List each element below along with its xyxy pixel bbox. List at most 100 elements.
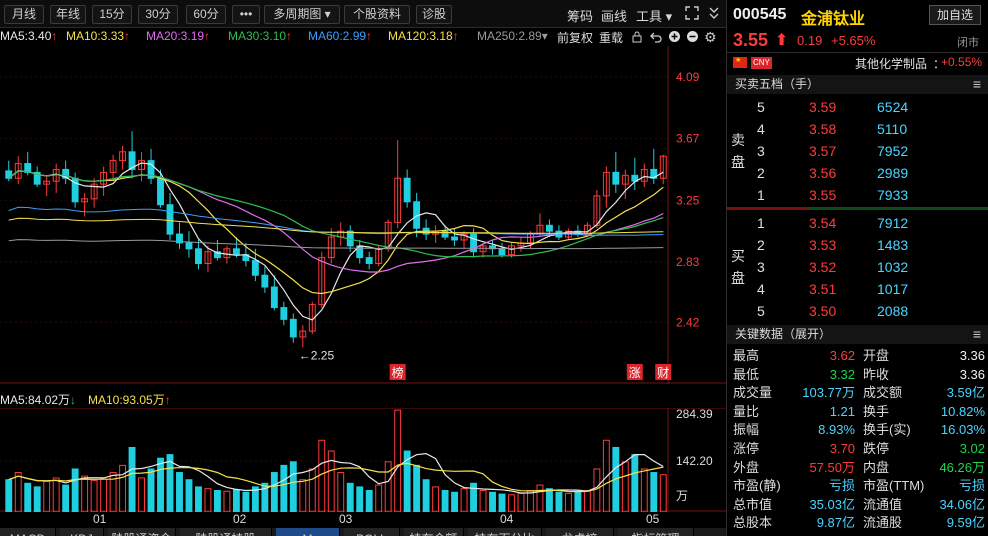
chips-link[interactable]: 筹码 <box>567 6 593 25</box>
zoom-out-icon[interactable] <box>686 30 699 46</box>
indicator-tab[interactable]: 持有百分比 <box>468 528 542 536</box>
volume-bar <box>147 468 155 512</box>
volume-y-tick: 万 <box>676 489 688 503</box>
menu-icon[interactable]: ≡ <box>973 75 981 94</box>
candle-body <box>232 248 240 256</box>
order-volume: 1032 <box>877 259 909 275</box>
collapse-icon[interactable] <box>707 5 721 24</box>
key-data-header[interactable]: 关键数据（展开） ≡ <box>727 325 988 344</box>
key-data-value: 3.70 <box>829 441 855 456</box>
adjust-mode[interactable]: 前复权 <box>557 29 593 46</box>
key-data-label: 总市值 <box>733 496 773 512</box>
volume-ma5: MA5:84.02万↓ <box>0 393 77 407</box>
order-row[interactable]: 2 3.53 1483 <box>727 234 988 256</box>
event-marker-label: 财 <box>657 366 669 380</box>
candlestick-chart[interactable]: 4.09 3.67 3.25 2.83 2.42 ←2.25 榜 涨 财 <box>0 46 726 384</box>
period-button-yearly[interactable]: 年线 <box>50 5 86 24</box>
order-row[interactable]: 3 3.52 1032 <box>727 256 988 278</box>
volume-chart[interactable]: 284.39 142.20 万 <box>0 408 726 512</box>
period-button-30min[interactable]: 30分 <box>138 5 178 24</box>
indicator-tab[interactable]: 持有金额 <box>404 528 464 536</box>
order-volume: 1017 <box>877 281 909 297</box>
volume-bar <box>489 491 496 512</box>
order-price: 3.52 <box>809 259 837 275</box>
indicator-tab[interactable]: KDJ <box>60 528 104 536</box>
period-button-15min[interactable]: 15分 <box>92 5 132 24</box>
order-level: 4 <box>757 281 765 297</box>
order-row[interactable]: 1 3.55 7933 <box>727 184 988 206</box>
fullscreen-icon[interactable] <box>684 5 700 24</box>
volume-bar <box>81 475 89 512</box>
ma-value-4: MA60:2.99↑ <box>308 29 373 43</box>
order-row[interactable]: 4 3.51 1017 <box>727 278 988 300</box>
volume-y-tick: 284.39 <box>676 408 713 421</box>
indicator-tab[interactable]: MACD <box>0 528 56 536</box>
key-data-label: 内盘 <box>863 459 890 475</box>
volume-bar <box>204 488 212 512</box>
volume-bar <box>346 482 354 512</box>
add-watchlist-button[interactable]: 加自选 <box>929 5 981 25</box>
price-change: 0.19 <box>797 33 823 48</box>
currency-badge: CNY <box>751 57 772 69</box>
order-row[interactable]: 5 3.50 2088 <box>727 300 988 322</box>
order-row[interactable]: 5 3.59 6524 <box>727 96 988 118</box>
ma-value-2: MA20:3.19↑ <box>146 29 211 43</box>
volume-bar <box>375 484 383 512</box>
reload-link[interactable]: 重载 <box>599 29 623 46</box>
volume-ma-line: MA5:84.02万↓ MA10:93.05万↑ <box>0 390 726 408</box>
key-data-value: 57.50万 <box>809 459 855 475</box>
volume-bar <box>318 439 326 512</box>
volume-bar <box>14 472 22 512</box>
order-price: 3.51 <box>809 281 837 297</box>
order-row[interactable]: 3 3.57 7952 <box>727 140 988 162</box>
sector-name[interactable]: 其他化学制品 <box>855 55 927 72</box>
order-level: 1 <box>757 187 765 203</box>
volume-bar <box>289 461 297 512</box>
volume-bar <box>43 481 51 512</box>
indicator-tab[interactable]: 龙虎榜 <box>546 528 614 536</box>
order-price: 3.58 <box>809 121 837 137</box>
volume-bar <box>545 488 553 512</box>
settings-gear-icon[interactable]: ⚙ <box>704 29 717 46</box>
period-button-stock-profile[interactable]: 个股资料 <box>344 5 410 24</box>
key-data-value: 35.03亿 <box>809 496 855 512</box>
indicator-tab[interactable]: 指标管理 <box>618 528 694 536</box>
candle-body <box>289 318 297 338</box>
period-button-more[interactable]: ••• <box>232 5 260 24</box>
lock-icon[interactable] <box>631 30 643 46</box>
indicator-tab[interactable]: M <box>276 528 340 536</box>
key-data-value: 46.26万 <box>939 459 985 475</box>
ma-value-0: MA5:3.40↑ <box>0 29 58 43</box>
order-row[interactable]: 2 3.56 2989 <box>727 162 988 184</box>
key-data-row: 市盈(静) 亏损 市盈(TTM) 亏损 <box>727 476 988 495</box>
volume-bar <box>631 454 639 512</box>
sector-change: +0.55% <box>941 55 983 69</box>
draw-line-link[interactable]: 画线 <box>601 6 627 25</box>
menu-icon[interactable]: ≡ <box>973 325 981 344</box>
order-row[interactable]: 1 3.54 7912 <box>727 212 988 234</box>
indicator-tab[interactable]: 陆股通资金 <box>108 528 176 536</box>
y-tick-label: 3.25 <box>676 193 700 207</box>
period-button-diagnose[interactable]: 诊股 <box>416 5 452 24</box>
undo-icon[interactable] <box>650 30 663 46</box>
key-data-value: 亏损 <box>828 478 855 494</box>
key-data-label: 成交额 <box>863 385 903 401</box>
period-button-60min[interactable]: 60分 <box>186 5 226 24</box>
ma-value-3: MA30:3.10↑ <box>228 29 293 43</box>
candle-body <box>195 248 202 264</box>
order-row[interactable]: 4 3.58 5110 <box>727 118 988 140</box>
key-data-value: 10.82% <box>940 403 985 419</box>
x-tick-label: 01 <box>93 512 107 526</box>
zoom-in-icon[interactable] <box>668 30 681 46</box>
tools-menu[interactable]: 工具 ▾ <box>636 6 672 25</box>
indicator-tab[interactable]: 陆股通持股 <box>180 528 272 536</box>
indicator-tab[interactable]: BOLL <box>344 528 400 536</box>
key-data-row: 涨停 3.70 跌停 3.02 <box>727 439 988 458</box>
order-volume: 7952 <box>877 143 909 159</box>
key-data-value: 亏损 <box>958 478 985 494</box>
period-button-multi-period[interactable]: 多周期图 ▾ <box>264 5 340 24</box>
order-book-header[interactable]: 买卖五档（手） ≡ <box>727 75 988 94</box>
period-button-monthly[interactable]: 月线 <box>4 5 44 24</box>
up-arrow-icon: ⬆ <box>775 32 789 49</box>
order-price: 3.53 <box>809 237 837 253</box>
